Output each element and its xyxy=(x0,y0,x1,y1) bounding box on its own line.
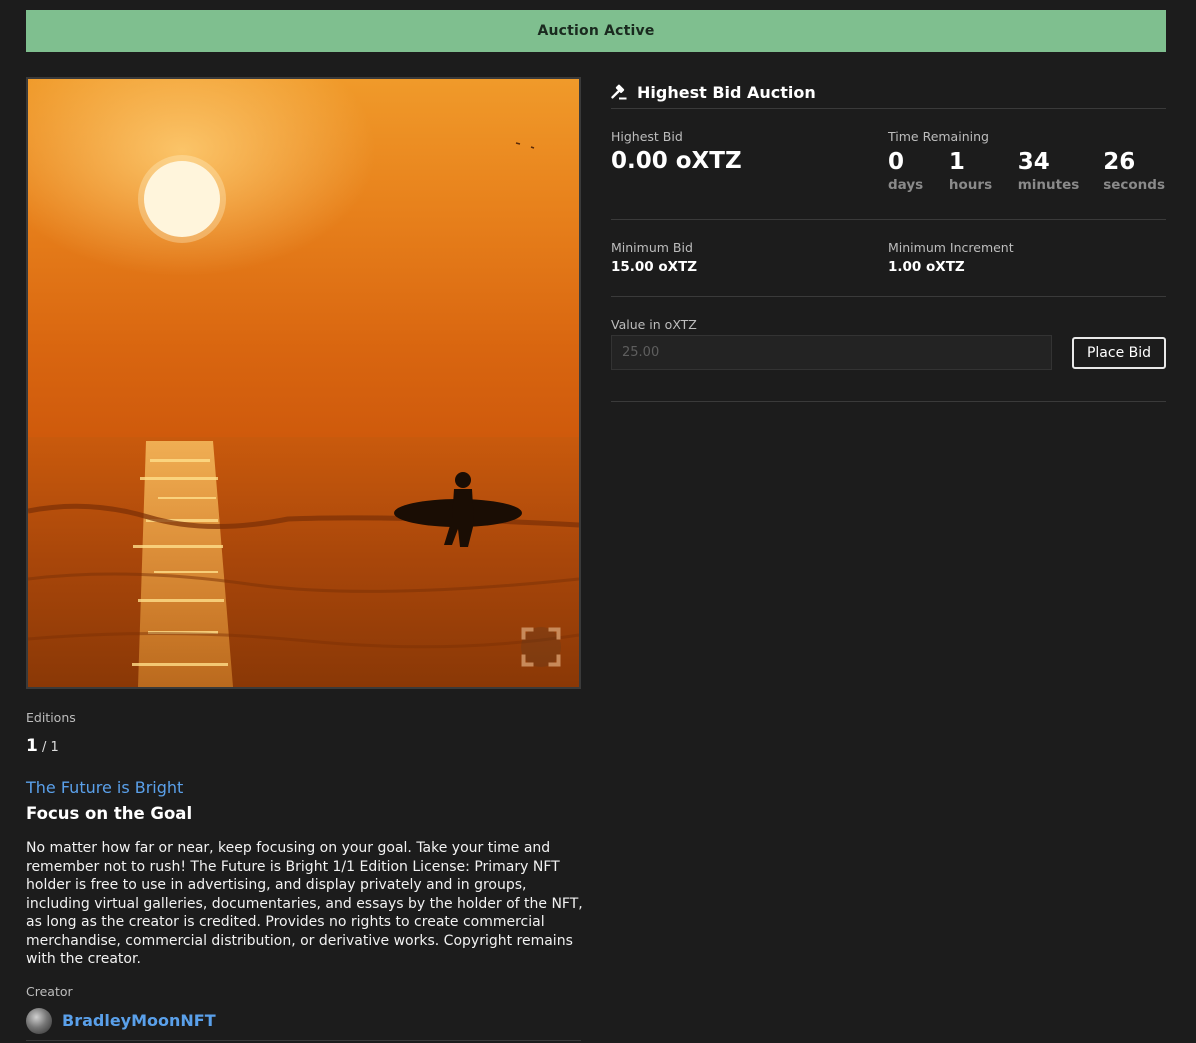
auction-title: Highest Bid Auction xyxy=(637,82,816,102)
minimum-increment-block: Minimum Increment 1.00 oXTZ xyxy=(888,240,1165,296)
token-details: Editions 1 / 1 The Future is Bright Focu… xyxy=(26,710,586,1034)
creator-label: Creator xyxy=(26,983,73,999)
countdown-hours: 1 hours xyxy=(949,148,1018,193)
auction-header: Highest Bid Auction xyxy=(611,76,1166,109)
countdown-seconds: 26 seconds xyxy=(1103,148,1165,193)
minimum-bid-label: Minimum Bid xyxy=(611,240,693,255)
minimum-bid-value: 15.00 oXTZ xyxy=(611,259,698,275)
auction-status-banner: Auction Active xyxy=(26,10,1166,52)
bid-form: Value in oXTZ Place Bid xyxy=(611,297,1166,402)
gavel-icon xyxy=(611,84,627,100)
countdown-minutes-value: 34 xyxy=(1017,149,1050,175)
auction-panel: Highest Bid Auction Highest Bid 0.00 oXT… xyxy=(611,76,1166,402)
divider xyxy=(26,1040,581,1041)
time-remaining-label: Time Remaining xyxy=(888,129,989,144)
bid-status-section: Highest Bid 0.00 oXTZ Time Remaining 0 d… xyxy=(611,109,1166,220)
fullscreen-icon xyxy=(521,627,561,667)
countdown-hours-label: hours xyxy=(948,177,993,193)
sunset-surfer-illustration xyxy=(28,79,579,687)
countdown-days-label: days xyxy=(888,177,924,193)
creator-avatar[interactable] xyxy=(26,1007,52,1034)
countdown-seconds-value: 26 xyxy=(1103,149,1136,175)
highest-bid-label: Highest Bid xyxy=(611,129,683,144)
countdown-minutes-label: minutes xyxy=(1017,177,1080,193)
artwork-image[interactable] xyxy=(26,77,581,689)
time-remaining-block: Time Remaining 0 days 1 hours 34 minutes… xyxy=(888,129,1165,219)
bid-form-row: Place Bid xyxy=(611,335,1166,370)
editions-current: 1 xyxy=(26,736,38,756)
token-title: Focus on the Goal xyxy=(26,804,193,823)
editions-label: Editions xyxy=(26,710,76,725)
place-bid-button[interactable]: Place Bid xyxy=(1072,336,1166,369)
creator-name[interactable]: BradleyMoonNFT xyxy=(62,1011,216,1030)
highest-bid-value: 0.00 oXTZ xyxy=(611,148,742,174)
minimum-increment-value: 1.00 oXTZ xyxy=(888,259,965,275)
creator-link[interactable]: BradleyMoonNFT xyxy=(26,1007,586,1034)
countdown-hours-value: 1 xyxy=(948,149,965,175)
countdown-seconds-label: seconds xyxy=(1103,177,1165,193)
editions-total: / 1 xyxy=(37,740,59,755)
bid-rules-section: Minimum Bid 15.00 oXTZ Minimum Increment… xyxy=(611,220,1166,297)
bid-value-input[interactable] xyxy=(611,335,1052,370)
editions-count: 1 / 1 xyxy=(26,736,586,756)
countdown-days: 0 days xyxy=(888,148,949,193)
minimum-bid-block: Minimum Bid 15.00 oXTZ xyxy=(611,240,888,296)
bid-value-label: Value in oXTZ xyxy=(611,317,697,332)
auction-status-text: Auction Active xyxy=(537,23,655,39)
fullscreen-button[interactable] xyxy=(521,627,561,667)
collection-link[interactable]: The Future is Bright xyxy=(26,778,586,797)
countdown-minutes: 34 minutes xyxy=(1018,148,1104,193)
countdown-days-value: 0 xyxy=(888,149,905,175)
token-description: No matter how far or near, keep focusing… xyxy=(26,840,583,967)
highest-bid-block: Highest Bid 0.00 oXTZ xyxy=(611,129,888,219)
countdown: 0 days 1 hours 34 minutes 26 seconds xyxy=(888,148,1165,193)
minimum-increment-label: Minimum Increment xyxy=(888,240,1014,255)
